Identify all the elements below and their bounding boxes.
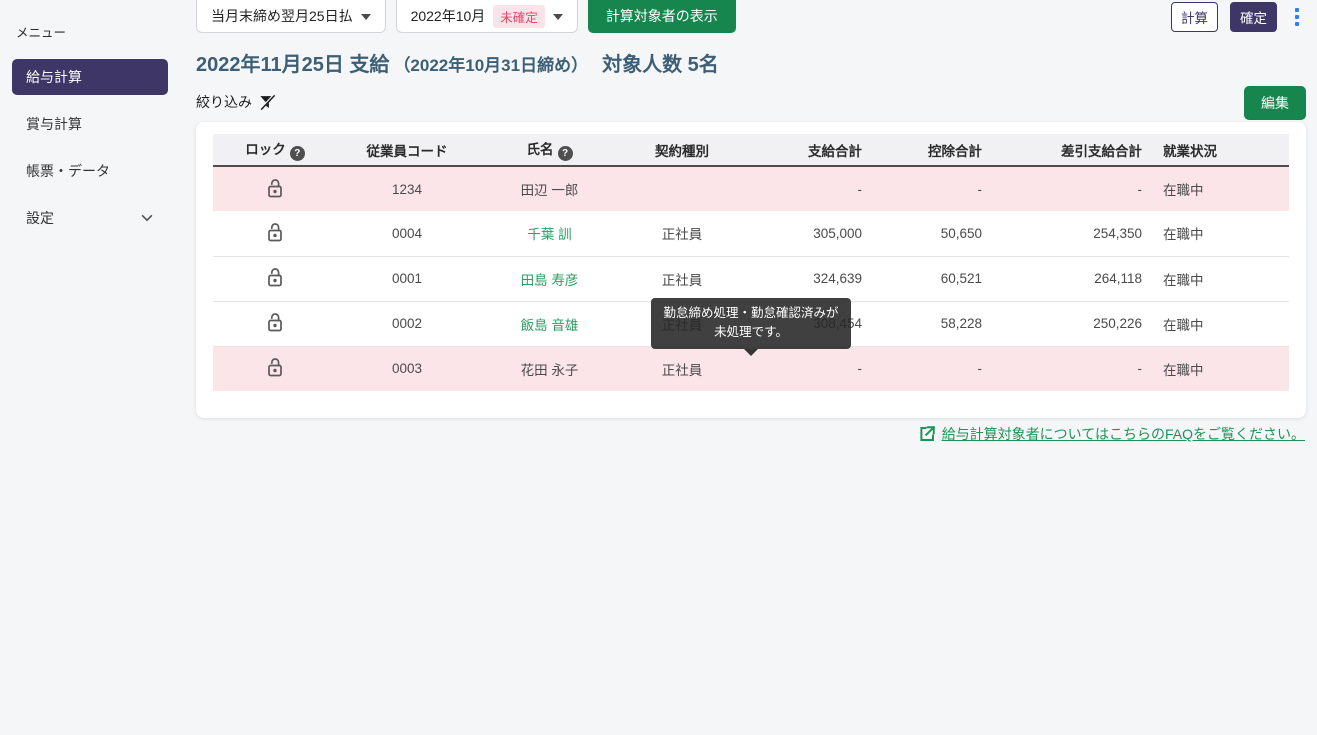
contract-type-cell: 正社員	[622, 256, 742, 301]
page-title-closing-date: （2022年10月31日締め）	[393, 51, 588, 76]
employee-name-cell[interactable]: 田島 寿彦	[477, 256, 622, 301]
column-header-net-pay: 差引支給合計	[982, 134, 1142, 166]
external-link-icon	[918, 425, 936, 443]
total-deduction-cell: 50,650	[862, 211, 982, 256]
confirm-button[interactable]: 確定	[1230, 2, 1277, 32]
table-body: 1234 田辺 一郎 - - - 在職中 0004 千葉 訓 正社員 305,0…	[213, 166, 1289, 391]
total-pay-cell: 324,639	[742, 256, 862, 301]
employee-code-cell: 0001	[337, 256, 477, 301]
unlock-icon[interactable]	[264, 177, 286, 199]
column-header-total-pay: 支給合計	[742, 134, 862, 166]
employee-code-cell: 0004	[337, 211, 477, 256]
sidebar-item-label: 給与計算	[26, 67, 82, 87]
filter-off-icon	[258, 93, 277, 112]
calculate-button[interactable]: 計算	[1171, 2, 1218, 32]
caret-down-icon	[361, 14, 371, 20]
total-deduction-cell: 58,228	[862, 301, 982, 346]
sidebar-item-label: 賞与計算	[26, 114, 82, 134]
column-header-total-deduction: 控除合計	[862, 134, 982, 166]
net-pay-cell: 264,118	[982, 256, 1142, 301]
table-row[interactable]: 0004 千葉 訓 正社員 305,000 50,650 254,350 在職中	[213, 211, 1289, 256]
unlock-icon[interactable]	[264, 356, 286, 378]
column-header-name: 氏名?	[477, 134, 622, 166]
total-pay-cell: 305,000	[742, 211, 862, 256]
contract-type-cell	[622, 166, 742, 211]
faq-link[interactable]: 給与計算対象者についてはこちらのFAQをご覧ください。	[942, 424, 1305, 444]
total-deduction-cell: 60,521	[862, 256, 982, 301]
sidebar-item-label: 設定	[26, 208, 54, 228]
sidebar-item-label: 帳票・データ	[26, 161, 110, 181]
column-header-employment-status: 就業状況	[1142, 134, 1289, 166]
chevron-down-icon	[140, 211, 154, 225]
page-title: 2022年11月25日 支給 （2022年10月31日締め） 対象人数 5名	[196, 48, 719, 77]
pay-cycle-value: 当月末締め翌月25日払	[211, 6, 353, 26]
employee-name-cell: 花田 永子	[477, 346, 622, 391]
column-header-contract-type: 契約種別	[622, 134, 742, 166]
table-row[interactable]: 0001 田島 寿彦 正社員 324,639 60,521 264,118 在職…	[213, 256, 1289, 301]
employee-name-cell: 田辺 一郎	[477, 166, 622, 211]
unconfirmed-status-badge: 未確定	[493, 5, 545, 28]
caret-down-icon	[553, 14, 563, 20]
page-title-main: 2022年11月25日 支給	[196, 48, 389, 77]
pay-cycle-dropdown[interactable]: 当月末締め翌月25日払	[196, 0, 386, 33]
employee-code-cell: 0002	[337, 301, 477, 346]
net-pay-cell: 250,226	[982, 301, 1142, 346]
employee-name-cell[interactable]: 千葉 訓	[477, 211, 622, 256]
net-pay-cell: 254,350	[982, 211, 1142, 256]
page-title-target-count: 対象人数 5名	[602, 48, 719, 77]
pay-month-value: 2022年10月	[411, 6, 486, 26]
unlock-icon[interactable]	[264, 311, 286, 333]
show-calculation-targets-button[interactable]: 計算対象者の表示	[588, 0, 736, 33]
employee-name-cell[interactable]: 飯島 音雄	[477, 301, 622, 346]
sidebar-item-bonus[interactable]: 賞与計算	[12, 106, 168, 142]
top-toolbar: 当月末締め翌月25日払 2022年10月 未確定 計算対象者の表示	[196, 0, 736, 33]
employment-status-cell: 在職中	[1142, 211, 1289, 256]
column-header-employee-code: 従業員コード	[337, 134, 477, 166]
sidebar: メニュー 給与計算 賞与計算 帳票・データ 設定	[0, 0, 180, 735]
employment-status-cell: 在職中	[1142, 166, 1289, 211]
total-pay-cell: -	[742, 346, 862, 391]
net-pay-cell: -	[982, 346, 1142, 391]
sidebar-item-reports[interactable]: 帳票・データ	[12, 153, 168, 189]
sidebar-item-payroll[interactable]: 給与計算	[12, 59, 168, 95]
payroll-table-card: ロック? 従業員コード 氏名? 契約種別 支給合計 控除合計 差引支給合計 就業…	[196, 122, 1306, 418]
employment-status-cell: 在職中	[1142, 301, 1289, 346]
kebab-menu-icon[interactable]	[1289, 4, 1305, 30]
sidebar-item-settings[interactable]: 設定	[12, 200, 168, 236]
contract-type-cell: 正社員	[622, 346, 742, 391]
total-deduction-cell: -	[862, 346, 982, 391]
net-pay-cell: -	[982, 166, 1142, 211]
table-row[interactable]: 1234 田辺 一郎 - - - 在職中	[213, 166, 1289, 211]
employment-status-cell: 在職中	[1142, 256, 1289, 301]
tooltip-text: 勤怠締め処理・勤怠確認済みが未処理です。	[663, 306, 838, 339]
sidebar-menu-label: メニュー	[16, 22, 168, 41]
tooltip: 勤怠締め処理・勤怠確認済みが未処理です。	[651, 298, 851, 349]
filter-toggle[interactable]: 絞り込み	[196, 92, 277, 112]
employee-code-cell: 1234	[337, 166, 477, 211]
unlock-icon[interactable]	[264, 266, 286, 288]
help-icon[interactable]: ?	[558, 146, 573, 161]
edit-button[interactable]: 編集	[1244, 86, 1306, 120]
top-right-actions: 計算 確定	[1171, 2, 1305, 32]
faq-link-row: 給与計算対象者についてはこちらのFAQをご覧ください。	[918, 424, 1305, 444]
employment-status-cell: 在職中	[1142, 346, 1289, 391]
total-pay-cell: -	[742, 166, 862, 211]
help-icon[interactable]: ?	[290, 146, 305, 161]
contract-type-cell: 正社員	[622, 211, 742, 256]
employee-code-cell: 0003	[337, 346, 477, 391]
unlock-icon[interactable]	[264, 221, 286, 243]
pay-month-dropdown[interactable]: 2022年10月 未確定	[396, 0, 578, 33]
column-header-lock: ロック?	[213, 134, 337, 166]
total-deduction-cell: -	[862, 166, 982, 211]
filter-label: 絞り込み	[196, 92, 252, 112]
table-header-row: ロック? 従業員コード 氏名? 契約種別 支給合計 控除合計 差引支給合計 就業…	[213, 134, 1289, 166]
